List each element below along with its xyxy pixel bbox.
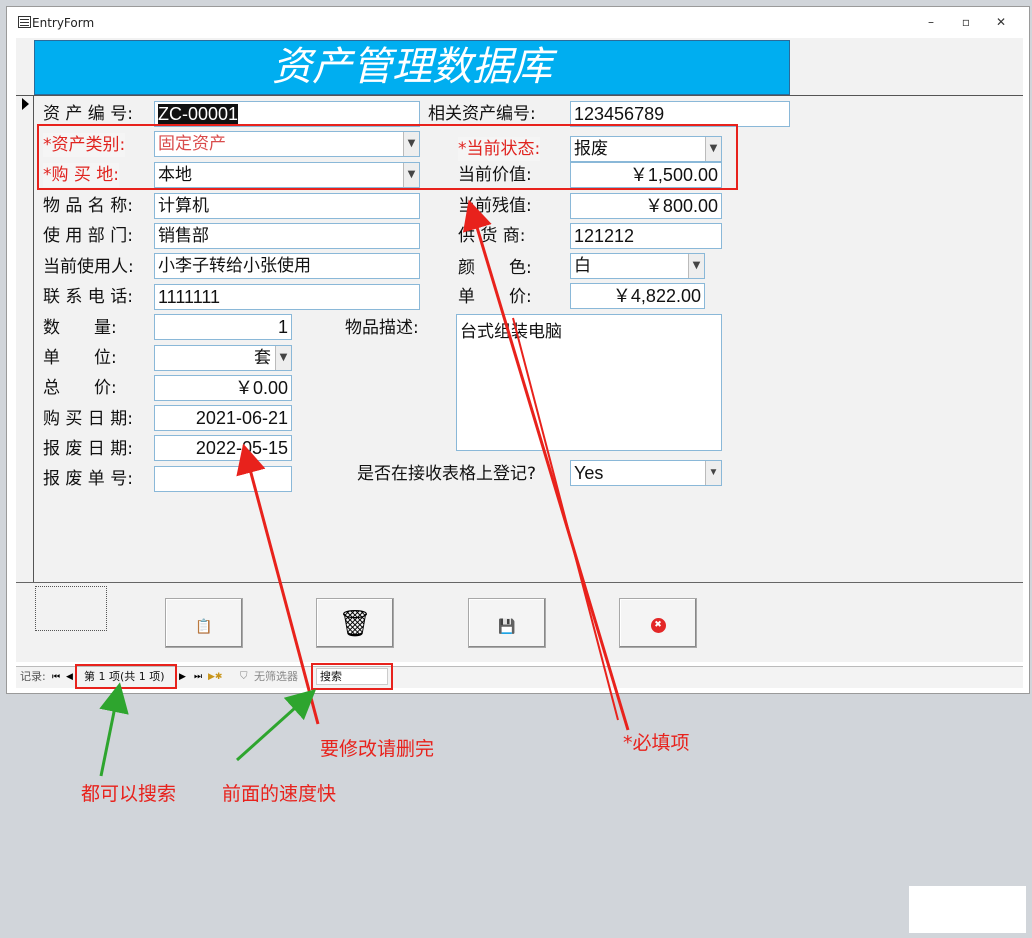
- arrow-delete-to-modify: [236, 443, 320, 725]
- both-searchable-note: 都可以搜索: [81, 783, 177, 805]
- arrow-searchable: [99, 682, 129, 777]
- required-note: *必填项: [623, 732, 690, 754]
- arrow-faster: [235, 688, 317, 762]
- arrow-required-inner: [512, 317, 619, 721]
- arrow-required: [462, 199, 630, 731]
- delete-to-modify-note: 要修改请删完: [320, 738, 435, 760]
- blank-box: [909, 886, 1026, 933]
- faster-note: 前面的速度快: [222, 783, 337, 805]
